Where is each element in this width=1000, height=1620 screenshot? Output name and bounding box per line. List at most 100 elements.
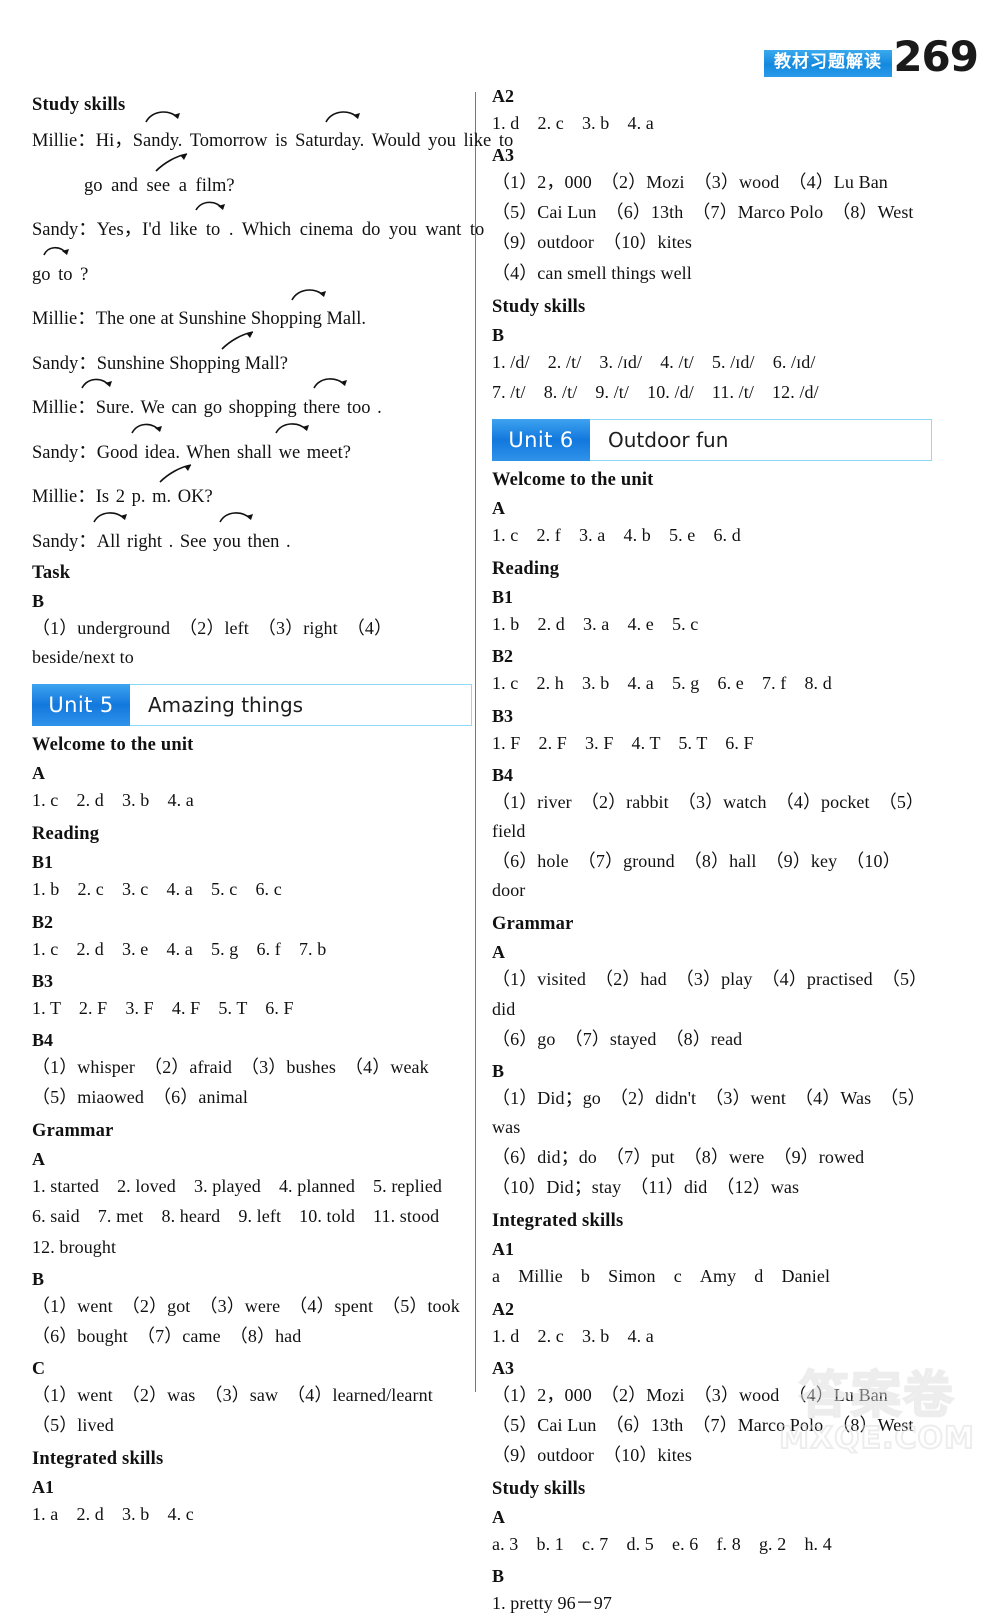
dialogue-text: Sandy：	[32, 220, 97, 240]
page-header: 教材习题解读 269	[0, 0, 1000, 88]
falling-intonation-arrow-icon	[42, 243, 84, 265]
left-b3-answer: 1. T 2. F 3. F 4. F 5. T 6. F	[32, 997, 294, 1018]
dialogue-line: Sandy：Good idea. When shall we meet?	[32, 422, 472, 463]
right-welcome-a-answer: 1. c 2. f 3. a 4. b 5. e 6. d	[492, 525, 741, 546]
dialogue-line: Sandy：All right . See you then .	[32, 511, 472, 552]
right-grammar-b-line2: （6）did；do （7）put （8）were （9）rowed	[492, 1147, 865, 1168]
unit-5-title: Amazing things	[148, 693, 304, 718]
right-grammar-b-line3: （10）Did；stay （11）did （12）was	[492, 1177, 800, 1198]
right-a2-label: A2	[492, 86, 514, 106]
right-b1-label: B1	[492, 587, 514, 608]
rising-intonation-arrow-icon	[154, 152, 196, 175]
falling-intonation-arrow-icon	[274, 420, 316, 442]
dialogue-line: go to ?	[32, 246, 472, 285]
dialogue-text: Sandy：	[32, 531, 97, 552]
dialogue-text: Millie：	[32, 487, 96, 507]
dialogue-line: Sandy：Yes，I'd like to . Which cinema do …	[32, 201, 484, 240]
dialogue-line: Millie：Hi，Sandy. Tomorrow is Saturday. W…	[32, 111, 513, 151]
dialogue-text: Millie：	[32, 398, 96, 418]
watermark-cn-text: 答案卷	[798, 1366, 955, 1424]
right-b4-label: B4	[492, 764, 514, 785]
task-b-answer: （1）underground （2）left （3）right （4）besid…	[32, 618, 393, 668]
dialogue-line: go and see a film?	[32, 152, 472, 196]
rising-intonation-arrow-icon	[220, 330, 262, 353]
right-b4-line2: （6）hole （7）ground （8）hall （9）key （10）doo…	[492, 851, 901, 901]
left-b2-answer: 1. c 2. d 3. e 4. a 5. g 6. f 7. b	[32, 938, 327, 959]
right-a2-label-2: A2	[492, 1298, 514, 1319]
dialogue-text: Good idea. When shall we meet?	[96, 442, 351, 463]
left-study-skills-heading: Study skills	[32, 95, 126, 115]
right-grammar-a-line1: （1）visited （2）had （3）play （4）practised （…	[492, 969, 928, 1019]
unit-5-banner: Unit 5 Amazing things	[32, 684, 472, 727]
right-grammar-b-line1: （1）Did；go （2）didn't （3）went （4）Was （5）wa…	[492, 1087, 926, 1137]
dialogue-line: Millie：Is 2 p. m. OK?	[32, 464, 472, 507]
left-reading-heading: Reading	[32, 824, 100, 845]
unit-5-chip: Unit 5	[32, 684, 130, 727]
dialogue-text: Sure. We can go shopping there too .	[95, 398, 382, 418]
left-a1-answer: 1. a 2. d 3. b 4. c	[32, 1504, 194, 1525]
right-study-b-answer-2: 1. pretty 96－97	[492, 1593, 612, 1614]
left-b4-label: B4	[32, 1029, 54, 1050]
dialogue-text: Sandy：	[32, 442, 97, 463]
header-banner-label: 教材习题解读	[764, 50, 892, 77]
falling-intonation-arrow-icon	[92, 509, 134, 531]
falling-intonation-arrow-icon	[80, 375, 122, 397]
falling-intonation-arrow-icon	[290, 286, 332, 308]
dialogue-text: Hi，Sandy. Tomorrow is Saturday. Would yo…	[95, 131, 514, 151]
falling-intonation-arrow-icon	[130, 420, 172, 442]
right-study-b-line1: 1. /d/ 2. /t/ 3. /ɪd/ 4. /t/ 5. /ɪd/ 6. …	[492, 351, 816, 372]
task-heading: Task	[32, 563, 71, 583]
right-study-b-line2: 7. /t/ 8. /t/ 9. /t/ 10. /d/ 11. /t/ 12.…	[492, 381, 819, 402]
left-b4-answer-line1: （1）whisper （2）afraid （3）bushes （4）weak	[32, 1056, 429, 1077]
right-welcome-a-label: A	[492, 498, 505, 519]
right-a1-label: A1	[492, 1239, 514, 1260]
dialogue-line: Millie：The one at Sunshine Shopping Mall…	[32, 289, 472, 329]
left-grammar-c-line2: （5）lived	[32, 1415, 114, 1436]
right-study-a-label: A	[492, 1507, 505, 1528]
right-a3-line4: （4）can smell things well	[492, 262, 692, 283]
right-grammar-a-line2: （6）go （7）stayed （8）read	[492, 1028, 743, 1049]
right-b4-line1: （1）river （2）rabbit （3）watch （4）pocket （5…	[492, 791, 925, 841]
right-a3-line1: （1）2，000 （2）Mozi （3）wood （4）Lu Ban	[492, 172, 888, 193]
right-grammar-heading: Grammar	[492, 914, 574, 935]
page-number: 269	[893, 32, 979, 81]
right-a3-line2: （5）Cai Lun （6）13th （7）Marco Polo （8）West	[492, 202, 914, 223]
right-study-b-label-1: B	[492, 324, 505, 345]
right-welcome-heading: Welcome to the unit	[492, 470, 654, 491]
left-column: Study skills Millie：Hi，Sandy. Tomorrow i…	[32, 86, 513, 1531]
right-study-skills-heading-2: Study skills	[492, 1479, 586, 1500]
watermark-en-text: MXQE.COM	[778, 1420, 975, 1456]
left-b3-label: B3	[32, 970, 54, 991]
unit-6-title: Outdoor fun	[608, 428, 729, 453]
dialogue-line: Sandy：Sunshine Shopping Mall?	[32, 330, 472, 374]
task-b-label: B	[32, 591, 45, 611]
left-a1-label: A1	[32, 1477, 54, 1498]
dialogue-text: Sandy：	[32, 353, 97, 374]
falling-intonation-arrow-icon	[192, 198, 234, 220]
right-b2-answer: 1. c 2. h 3. b 4. a 5. g 6. e 7. f 8. d	[492, 673, 832, 694]
dialogue-text: Millie：	[32, 309, 96, 329]
falling-intonation-arrow-icon	[218, 509, 260, 531]
unit-6-chip: Unit 6	[492, 419, 590, 462]
left-b2-label: B2	[32, 911, 54, 932]
left-b1-answer: 1. b 2. c 3. c 4. a 5. c 6. c	[32, 879, 282, 900]
right-b3-label: B3	[492, 705, 514, 726]
column-divider	[475, 92, 476, 1392]
left-integrated-heading: Integrated skills	[32, 1449, 164, 1470]
left-grammar-a-label: A	[32, 1149, 45, 1170]
left-grammar-c-line1: （1）went （2）was （3）saw （4）learned/learnt	[32, 1385, 433, 1406]
dialogue-text: Millie：	[32, 131, 96, 151]
right-integrated-heading: Integrated skills	[492, 1211, 624, 1232]
dialogue-text: go to ?	[32, 264, 89, 285]
right-study-skills-heading-1: Study skills	[492, 296, 586, 317]
left-grammar-a-line1: 1. started 2. loved 3. played 4. planned…	[32, 1176, 443, 1197]
right-study-a-answer: a. 3 b. 1 c. 7 d. 5 e. 6 f. 8 g. 2 h. 4	[492, 1534, 832, 1555]
left-grammar-a-line3: 12. brought	[32, 1236, 117, 1257]
dialogue-line: Millie：Sure. We can go shopping there to…	[32, 378, 472, 418]
right-a3-line3: （9）outdoor （10）kites	[492, 232, 692, 253]
site-watermark: 答案卷 MXQE.COM	[770, 1366, 984, 1475]
right-b3-answer: 1. F 2. F 3. F 4. T 5. T 6. F	[492, 732, 754, 753]
answer-key-page: 教材习题解读 269 Study skills Millie：Hi，Sandy.…	[0, 0, 1000, 1613]
right-a1-answer: a Millie b Simon c Amy d Daniel	[492, 1266, 831, 1287]
right-study-b-label-2: B	[492, 1566, 505, 1587]
